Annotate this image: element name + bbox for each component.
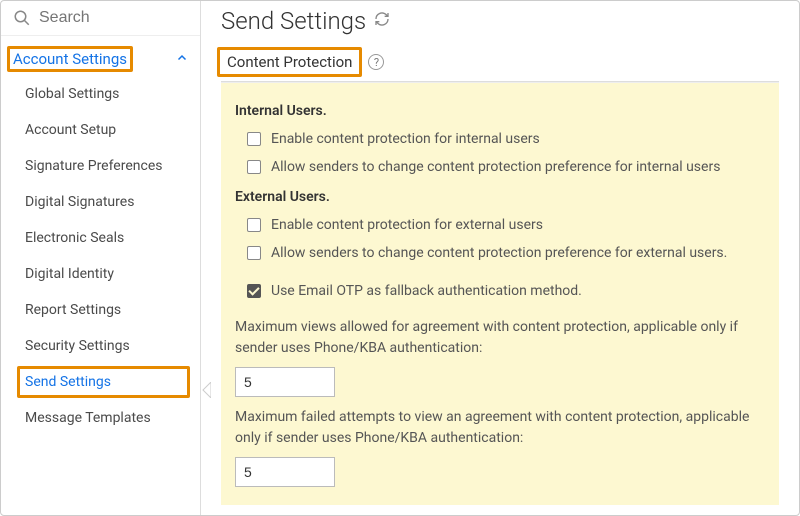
checkbox-external-allow[interactable]: Allow senders to change content protecti… <box>235 241 765 269</box>
internal-users-heading: Internal Users. <box>235 103 765 119</box>
help-icon[interactable]: ? <box>368 54 384 70</box>
checkbox-label: Enable content protection for external u… <box>271 217 543 233</box>
section-header: Content Protection ? <box>221 49 779 82</box>
checkbox-internal-enable[interactable]: Enable content protection for internal u… <box>235 127 765 155</box>
checkbox-label: Allow senders to change content protecti… <box>271 159 720 175</box>
max-failed-label: Maximum failed attempts to view an agree… <box>235 407 765 449</box>
sidebar-item-send-settings[interactable]: Send Settings <box>1 364 200 400</box>
page-title-row: Send Settings <box>221 1 779 49</box>
sidebar: Account Settings Global Settings Account… <box>1 1 201 515</box>
checkbox-email-otp[interactable]: Use Email OTP as fallback authentication… <box>235 279 765 307</box>
app-layout: Account Settings Global Settings Account… <box>1 1 799 515</box>
search-icon <box>13 9 31 27</box>
checkbox-label: Enable content protection for internal u… <box>271 131 540 147</box>
checkbox-label: Allow senders to change content protecti… <box>271 245 727 261</box>
sidebar-item-signature-preferences[interactable]: Signature Preferences <box>1 148 200 184</box>
checkbox-icon <box>247 218 261 232</box>
checkbox-icon <box>247 160 261 174</box>
sidebar-item-global-settings[interactable]: Global Settings <box>1 76 200 112</box>
sidebar-item-electronic-seals[interactable]: Electronic Seals <box>1 220 200 256</box>
checkbox-internal-allow[interactable]: Allow senders to change content protecti… <box>235 155 765 183</box>
page-title: Send Settings <box>221 7 366 35</box>
sidebar-item-label: Send Settings <box>25 374 111 390</box>
checkbox-label: Use Email OTP as fallback authentication… <box>271 283 582 299</box>
content-protection-panel: Internal Users. Enable content protectio… <box>221 82 779 505</box>
sidebar-item-digital-identity[interactable]: Digital Identity <box>1 256 200 292</box>
refresh-icon[interactable] <box>374 11 390 31</box>
checkbox-icon <box>247 246 261 260</box>
sidebar-nav: Account Settings Global Settings Account… <box>1 36 200 442</box>
chevron-up-icon <box>176 50 188 68</box>
sidebar-item-digital-signatures[interactable]: Digital Signatures <box>1 184 200 220</box>
external-users-heading: External Users. <box>235 189 765 205</box>
main-content: Send Settings Content Protection ? Inter… <box>201 1 799 515</box>
section-title: Content Protection <box>221 49 358 75</box>
nav-group-label: Account Settings <box>13 50 127 68</box>
sidebar-item-message-templates[interactable]: Message Templates <box>1 400 200 436</box>
sidebar-item-security-settings[interactable]: Security Settings <box>1 328 200 364</box>
search-box[interactable] <box>1 1 200 36</box>
search-input[interactable] <box>39 9 188 27</box>
checkbox-icon <box>247 132 261 146</box>
max-views-input[interactable] <box>235 367 335 397</box>
max-views-label: Maximum views allowed for agreement with… <box>235 317 765 359</box>
max-failed-input[interactable] <box>235 457 335 487</box>
checkbox-external-enable[interactable]: Enable content protection for external u… <box>235 213 765 241</box>
sidebar-item-report-settings[interactable]: Report Settings <box>1 292 200 328</box>
nav-group-account-settings[interactable]: Account Settings <box>1 42 200 76</box>
sidebar-item-account-setup[interactable]: Account Setup <box>1 112 200 148</box>
checkbox-checked-icon <box>247 284 261 298</box>
